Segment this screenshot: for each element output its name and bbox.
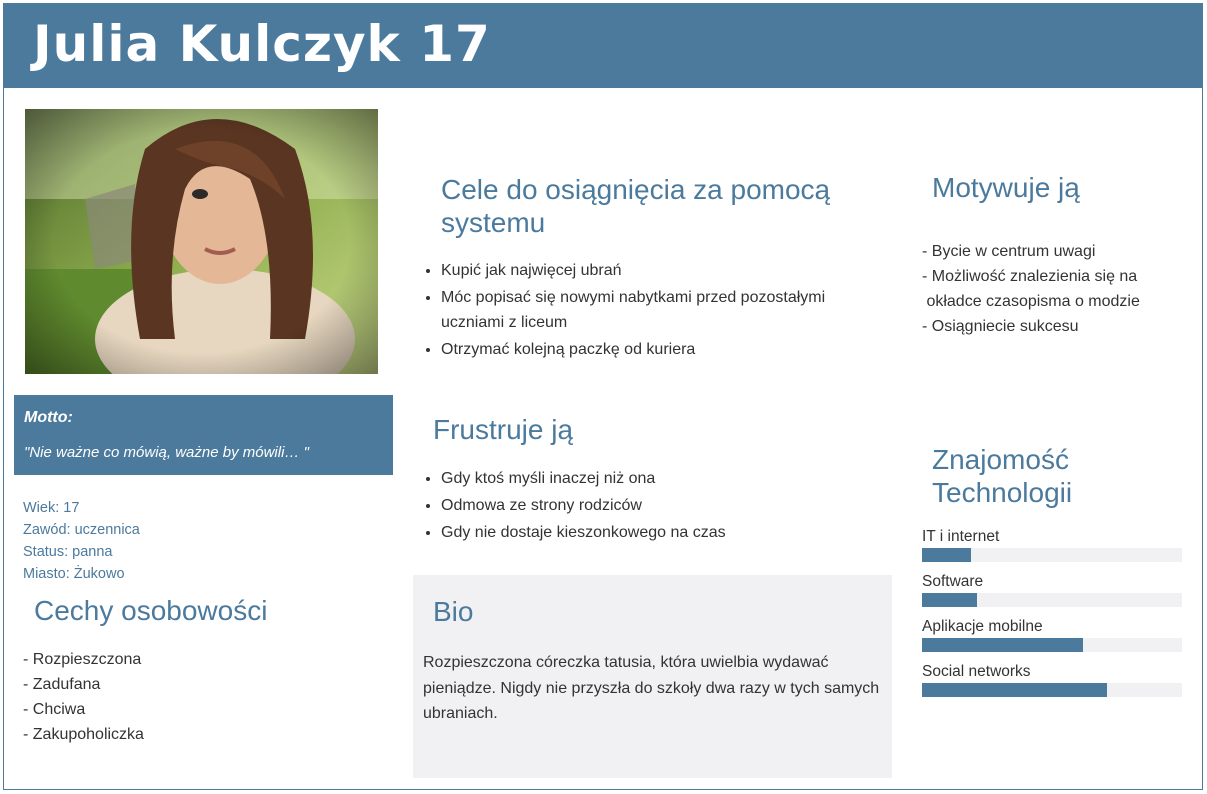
skill-bar-fill	[922, 638, 1084, 652]
list-item: Kupić jak najwięcej ubrań	[441, 258, 883, 283]
bio-text: Rozpieszczona córeczka tatusia, która uw…	[423, 654, 880, 722]
motivation-list: - Bycie w centrum uwagi - Możliwość znal…	[922, 239, 1140, 339]
skill-bar	[922, 548, 1182, 562]
skill-bar-fill	[922, 593, 977, 607]
list-item: - Możliwość znalezienia się na	[922, 268, 1138, 285]
frustrations-title: Frustruje ją	[433, 414, 574, 445]
list-item: - Osiągniecie sukcesu	[922, 318, 1079, 335]
skill-bar-fill	[922, 683, 1107, 697]
skill-it-internet: IT i internet	[922, 528, 1182, 562]
list-item: - Chciwa	[23, 701, 86, 718]
header-bar: Julia Kulczyk 17	[3, 3, 1203, 88]
skill-label: IT i internet	[922, 528, 1000, 545]
skill-bar	[922, 683, 1182, 697]
list-item: - Zadufana	[23, 676, 101, 693]
list-item: Otrzymać kolejną paczkę od kuriera	[441, 337, 883, 362]
frustrations-list: Gdy ktoś myśli inaczej niż ona Odmowa ze…	[423, 466, 883, 547]
traits-title: Cechy osobowości	[34, 595, 268, 626]
motivation-title: Motywuje ją	[932, 172, 1080, 203]
fact-age: Wiek: 17	[23, 500, 80, 516]
tech-title: Znajomość Technologii	[932, 444, 1073, 508]
list-item: - Zakupoholiczka	[23, 726, 144, 743]
list-item: okładce czasopisma o modzie	[922, 293, 1140, 310]
motto-text: "Nie ważne co mówią, ważne by mówili… "	[24, 444, 309, 461]
skill-label: Software	[922, 573, 984, 590]
persona-photo	[25, 109, 378, 374]
list-item: Gdy ktoś myśli inaczej niż ona	[441, 466, 883, 491]
goals-list: Kupić jak najwięcej ubrań Móc popisać si…	[423, 258, 883, 364]
skill-label: Aplikacje mobilne	[922, 618, 1043, 635]
traits-list: - Rozpieszczona - Zadufana - Chciwa - Za…	[23, 647, 144, 747]
list-item: - Rozpieszczona	[23, 651, 142, 668]
list-item: - Bycie w centrum uwagi	[922, 243, 1096, 260]
demographics: Wiek: 17 Zawód: uczennica Status: panna …	[23, 497, 140, 585]
motto-label: Motto:	[24, 409, 73, 426]
fact-city: Miasto: Żukowo	[23, 566, 125, 582]
goals-title: Cele do osiągnięcia za pomocą systemu	[441, 174, 831, 238]
list-item: Odmowa ze strony rodziców	[441, 493, 883, 518]
fact-status: Status: panna	[23, 544, 113, 560]
skill-bar	[922, 593, 1182, 607]
persona-name: Julia Kulczyk 17	[33, 15, 491, 73]
skill-software: Software	[922, 573, 1182, 607]
fact-occupation: Zawód: uczennica	[23, 522, 140, 538]
list-item: Gdy nie dostaje kieszonkowego na czas	[441, 520, 883, 545]
motto-panel: Motto: "Nie ważne co mówią, ważne by mów…	[14, 395, 393, 475]
list-item: Móc popisać się nowymi nabytkami przed p…	[441, 285, 883, 335]
skill-bar-fill	[922, 548, 972, 562]
skill-social-networks: Social networks	[922, 663, 1182, 697]
skill-bar	[922, 638, 1182, 652]
bio-title: Bio	[433, 596, 474, 627]
skill-mobile-apps: Aplikacje mobilne	[922, 618, 1182, 652]
skill-label: Social networks	[922, 663, 1031, 680]
